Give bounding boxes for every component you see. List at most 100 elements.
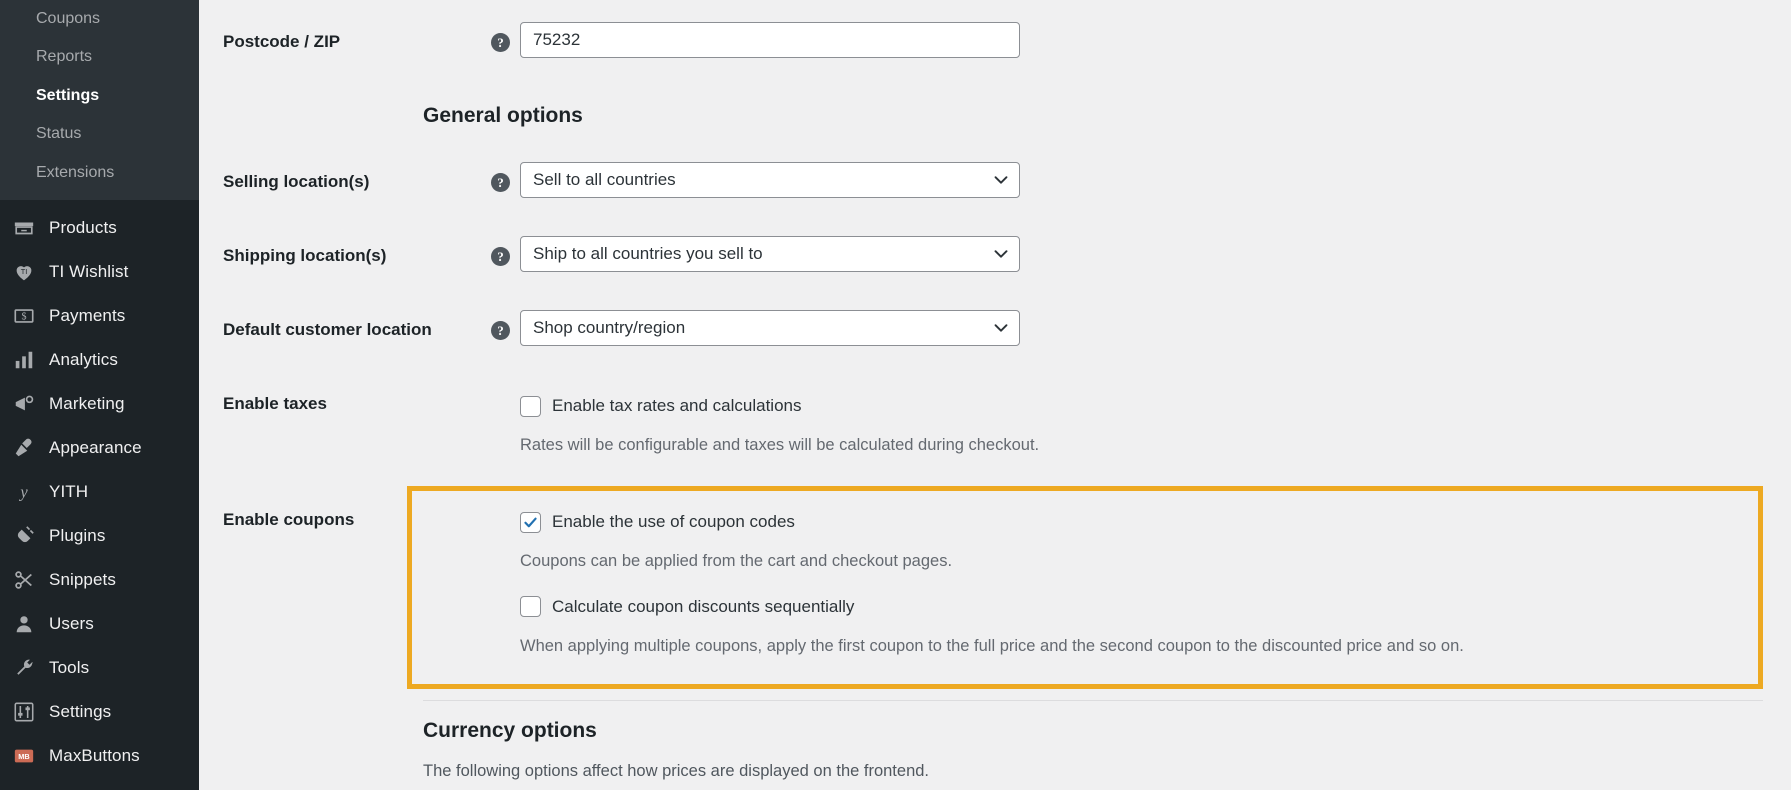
field-row-postcode: Postcode / ZIP ? 75232 — [223, 22, 1523, 58]
checkmark-icon — [524, 517, 537, 527]
menu-item-marketing[interactable]: Marketing — [0, 382, 199, 426]
enable-coupons-help-cell — [491, 509, 520, 520]
default-customer-location-label: Default customer location — [223, 320, 432, 339]
submenu-item-reports[interactable]: Reports — [0, 38, 199, 76]
menu-item-tools[interactable]: Tools — [0, 646, 199, 690]
menu-item-label: TI Wishlist — [49, 261, 129, 281]
help-icon[interactable]: ? — [491, 247, 510, 266]
menu-item-snippets[interactable]: Snippets — [0, 558, 199, 602]
menu-item-plugins[interactable]: Plugins — [0, 514, 199, 558]
sequential-coupons-description: When applying multiple coupons, apply th… — [520, 636, 1464, 655]
field-row-default-customer-location: Default customer location ? Shop country… — [223, 310, 1523, 346]
menu-item-ti-wishlist[interactable]: TI TI Wishlist — [0, 250, 199, 294]
shipping-location-select[interactable]: Ship to all countries you sell to — [520, 236, 1020, 272]
woocommerce-submenu: Coupons Reports Settings Status Extensions — [0, 0, 199, 200]
selling-location-value: Sell to all countries — [533, 170, 676, 189]
svg-text:MB: MB — [18, 752, 29, 761]
currency-options-heading: Currency options — [423, 719, 597, 742]
menu-item-settings[interactable]: Settings — [0, 690, 199, 734]
help-icon[interactable]: ? — [491, 173, 510, 192]
help-icon[interactable]: ? — [491, 321, 510, 340]
enable-taxes-checkbox-label: Enable tax rates and calculations — [552, 395, 802, 415]
section-divider — [423, 700, 1763, 701]
submenu-item-status[interactable]: Status — [0, 115, 199, 153]
scissors-icon — [12, 568, 36, 592]
default-customer-location-field-cell: Shop country/region — [520, 310, 1523, 346]
menu-item-users[interactable]: Users — [0, 602, 199, 646]
selling-location-label: Selling location(s) — [223, 172, 370, 191]
megaphone-icon — [12, 392, 36, 416]
postcode-help-cell: ? — [491, 22, 520, 52]
menu-item-label: Tools — [49, 657, 90, 677]
yith-icon: y — [12, 480, 36, 504]
enable-coupons-field-cell: Enable the use of coupon codes Coupons c… — [520, 509, 1523, 659]
chevron-down-icon — [993, 172, 1009, 188]
submenu-item-settings[interactable]: Settings — [0, 77, 199, 115]
postcode-label: Postcode / ZIP — [223, 32, 341, 51]
field-row-enable-taxes: Enable taxes Enable tax rates and calcul… — [223, 393, 1523, 458]
paintbrush-icon — [12, 436, 36, 460]
sliders-icon — [12, 700, 36, 724]
menu-item-label: Marketing — [49, 393, 125, 413]
sequential-coupons-checkbox-row[interactable]: Calculate coupon discounts sequentially — [520, 594, 1523, 620]
chevron-down-icon — [993, 320, 1009, 336]
help-icon[interactable]: ? — [491, 33, 510, 52]
chevron-down-icon — [993, 246, 1009, 262]
submenu-item-coupons[interactable]: Coupons — [0, 0, 199, 38]
default-customer-location-value: Shop country/region — [533, 318, 686, 337]
svg-text:y: y — [18, 482, 28, 501]
menu-item-label: YITH — [49, 481, 89, 501]
payments-icon: $ — [12, 304, 36, 328]
wrench-icon — [12, 656, 36, 680]
maxbuttons-icon: MB — [12, 744, 36, 768]
postcode-input[interactable]: 75232 — [520, 22, 1020, 58]
selling-location-field-cell: Sell to all countries — [520, 162, 1523, 198]
selling-location-select[interactable]: Sell to all countries — [520, 162, 1020, 198]
submenu-item-extensions[interactable]: Extensions — [0, 154, 199, 192]
enable-taxes-description: Rates will be configurable and taxes wil… — [520, 436, 1040, 454]
shipping-location-field-cell: Ship to all countries you sell to — [520, 236, 1523, 272]
enable-coupons-label: Enable coupons — [223, 510, 355, 529]
shipping-location-help-cell: ? — [491, 236, 520, 266]
menu-item-label: Payments — [49, 305, 126, 325]
enable-taxes-field-cell: Enable tax rates and calculations Rates … — [520, 393, 1523, 458]
default-customer-location-help-cell: ? — [491, 310, 520, 340]
enable-coupons-checkbox[interactable] — [520, 511, 541, 533]
selling-location-help-cell: ? — [491, 162, 520, 192]
menu-item-wp-mail-smtp[interactable]: WP Mail SMTP — [0, 778, 199, 790]
analytics-icon — [12, 348, 36, 372]
menu-item-yith[interactable]: y YITH — [0, 470, 199, 514]
enable-taxes-checkbox[interactable] — [520, 395, 541, 417]
admin-menu-list: Products TI TI Wishlist $ Payments Analytics M… — [0, 200, 199, 790]
menu-item-label: Analytics — [49, 349, 118, 369]
enable-coupons-description: Coupons can be applied from the cart and… — [520, 552, 953, 570]
menu-item-label: Products — [49, 217, 117, 237]
enable-coupons-checkbox-label: Enable the use of coupon codes — [552, 511, 795, 531]
menu-item-label: Plugins — [49, 525, 106, 545]
enable-taxes-checkbox-row[interactable]: Enable tax rates and calculations — [520, 393, 1523, 419]
menu-item-products[interactable]: Products — [0, 206, 199, 250]
enable-coupons-checkbox-row[interactable]: Enable the use of coupon codes — [520, 509, 1523, 535]
menu-item-maxbuttons[interactable]: MB MaxButtons — [0, 734, 199, 778]
general-options-heading: General options — [423, 104, 583, 127]
shipping-location-label: Shipping location(s) — [223, 246, 387, 265]
products-icon — [12, 216, 36, 240]
menu-item-label: Appearance — [49, 437, 142, 457]
svg-text:$: $ — [21, 312, 26, 323]
menu-item-label: MaxButtons — [49, 745, 140, 765]
sequential-coupons-checkbox[interactable] — [520, 596, 541, 618]
enable-taxes-help-cell — [491, 393, 520, 404]
menu-item-label: Users — [49, 613, 94, 633]
wordpress-admin-screen: Coupons Reports Settings Status Extensions P… — [0, 0, 1791, 790]
sequential-coupons-checkbox-label: Calculate coupon discounts sequentially — [552, 596, 855, 616]
shipping-location-value: Ship to all countries you sell to — [533, 244, 763, 263]
menu-item-appearance[interactable]: Appearance — [0, 426, 199, 470]
menu-item-analytics[interactable]: Analytics — [0, 338, 199, 382]
menu-item-label: Settings — [49, 701, 112, 721]
plug-icon — [12, 524, 36, 548]
admin-sidebar: Coupons Reports Settings Status Extensions P… — [0, 0, 199, 790]
field-row-selling-location: Selling location(s) ? Sell to all countr… — [223, 162, 1523, 198]
menu-item-label: Snippets — [49, 569, 116, 589]
default-customer-location-select[interactable]: Shop country/region — [520, 310, 1020, 346]
menu-item-payments[interactable]: $ Payments — [0, 294, 199, 338]
